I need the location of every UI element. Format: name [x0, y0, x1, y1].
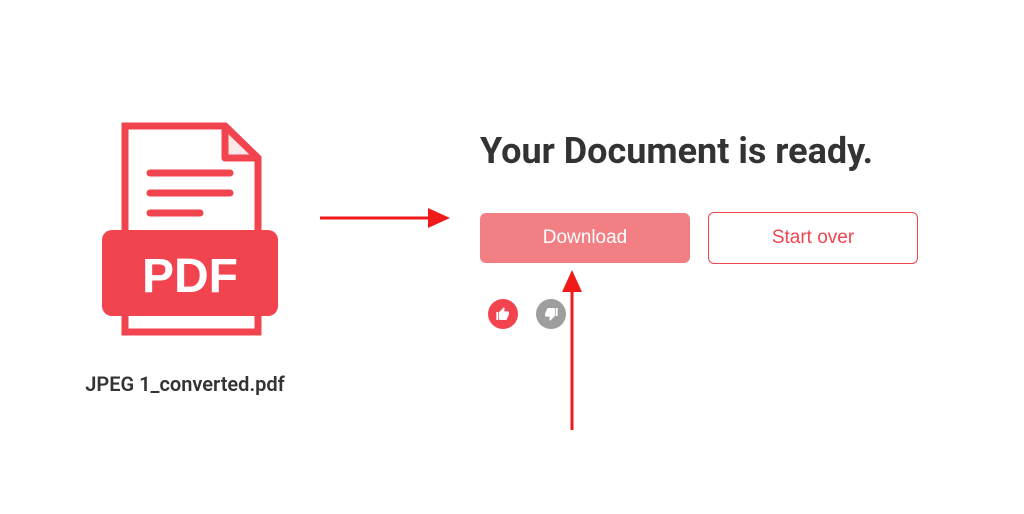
thumbs-up-icon: [495, 306, 511, 322]
ready-heading: Your Document is ready.: [480, 130, 944, 172]
pdf-icon: PDF: [80, 118, 290, 348]
action-panel: Your Document is ready. Download Start o…: [480, 130, 944, 329]
thumbs-down-icon: [543, 306, 559, 322]
download-button[interactable]: Download: [480, 213, 690, 263]
feedback-row: [480, 299, 944, 329]
file-panel: PDF JPEG 1_converted.pdf: [80, 118, 290, 396]
start-over-button[interactable]: Start over: [708, 212, 918, 264]
thumbs-down-button[interactable]: [536, 299, 566, 329]
filename: JPEG 1_converted.pdf: [85, 372, 285, 396]
file-type-label: PDF: [142, 250, 238, 303]
thumbs-up-button[interactable]: [488, 299, 518, 329]
button-row: Download Start over: [480, 212, 944, 264]
arrow-right-annotation: [320, 206, 450, 230]
